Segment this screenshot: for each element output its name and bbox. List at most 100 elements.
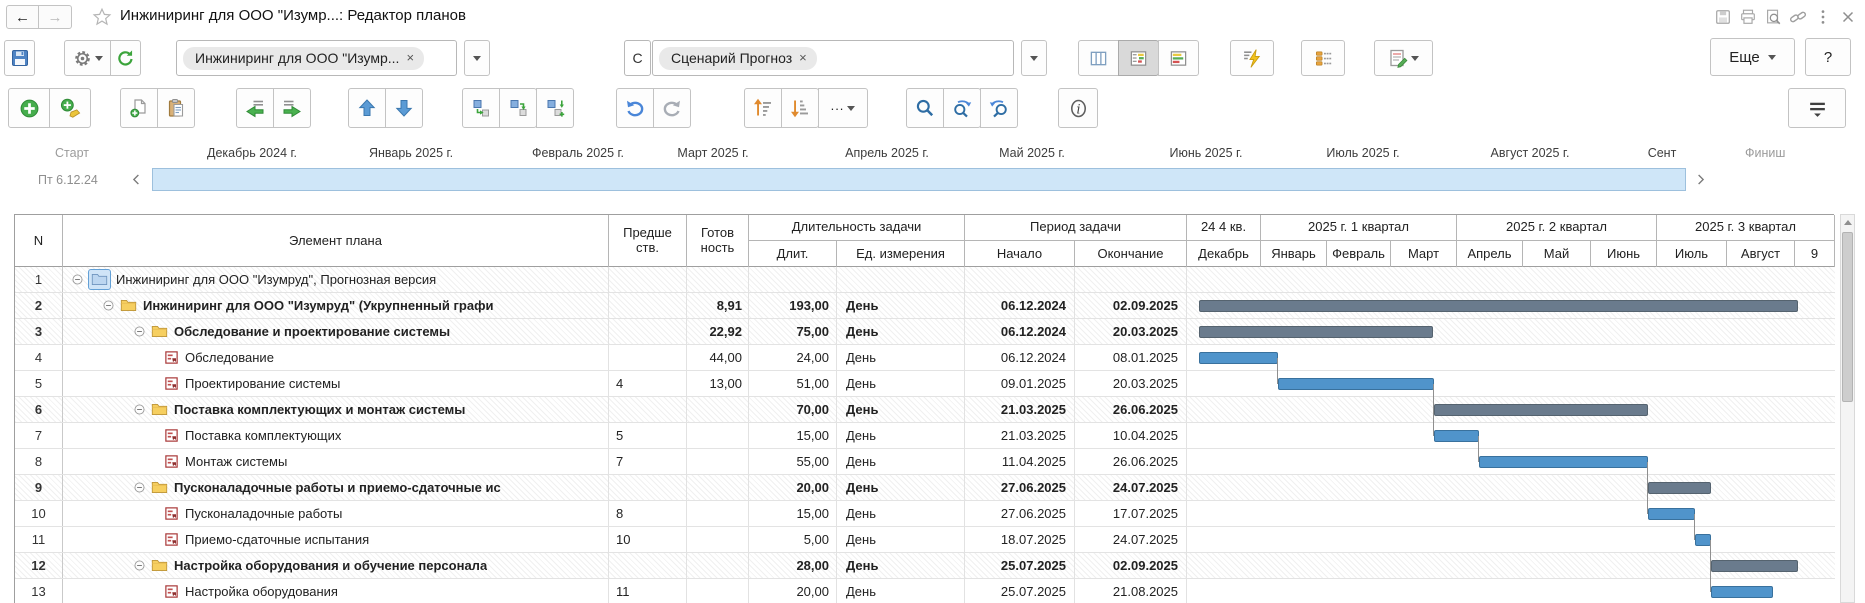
predecessor-cell[interactable] bbox=[609, 319, 687, 344]
readiness-cell[interactable]: 44,00 bbox=[687, 345, 749, 370]
unit-cell[interactable]: День bbox=[837, 475, 965, 500]
readiness-cell[interactable]: 8,91 bbox=[687, 293, 749, 318]
find-button[interactable] bbox=[906, 88, 944, 128]
predecessor-cell[interactable]: 8 bbox=[609, 501, 687, 526]
gantt-task-bar[interactable] bbox=[1199, 352, 1278, 364]
unit-cell[interactable]: День bbox=[837, 501, 965, 526]
element-cell[interactable]: Обследование и проектирование системы bbox=[63, 319, 609, 344]
end-date-cell[interactable]: 02.09.2025 bbox=[1075, 293, 1187, 318]
duration-cell[interactable]: 51,00 bbox=[749, 371, 837, 396]
row-number[interactable]: 7 bbox=[15, 423, 63, 448]
duration-cell[interactable]: 55,00 bbox=[749, 449, 837, 474]
unit-cell[interactable]: День bbox=[837, 371, 965, 396]
start-date-cell[interactable]: 18.07.2025 bbox=[965, 527, 1075, 552]
readiness-cell[interactable] bbox=[687, 475, 749, 500]
predecessor-cell[interactable]: 4 bbox=[609, 371, 687, 396]
predecessor-cell[interactable] bbox=[609, 267, 687, 292]
print-icon[interactable] bbox=[1739, 8, 1757, 26]
gantt-summary-bar[interactable] bbox=[1434, 404, 1649, 416]
end-date-cell[interactable]: 08.01.2025 bbox=[1075, 345, 1187, 370]
row-number[interactable]: 12 bbox=[15, 553, 63, 578]
duration-cell[interactable]: 15,00 bbox=[749, 423, 837, 448]
gantt-task-bar[interactable] bbox=[1648, 508, 1695, 520]
timeline-scrollbar[interactable] bbox=[152, 168, 1686, 191]
gantt-header-quarter[interactable]: 24 4 кв. bbox=[1187, 215, 1261, 241]
readiness-cell[interactable] bbox=[687, 501, 749, 526]
scroll-up-button[interactable] bbox=[1841, 215, 1854, 230]
unit-cell[interactable] bbox=[837, 267, 965, 292]
unit-cell[interactable]: День bbox=[837, 449, 965, 474]
duration-cell[interactable]: 75,00 bbox=[749, 319, 837, 344]
row-number[interactable]: 13 bbox=[15, 579, 63, 603]
back-button[interactable]: ← bbox=[6, 5, 39, 29]
gantt-summary-bar[interactable] bbox=[1199, 300, 1798, 312]
end-date-cell[interactable]: 20.03.2025 bbox=[1075, 371, 1187, 396]
duration-cell[interactable]: 70,00 bbox=[749, 397, 837, 422]
predecessor-cell[interactable] bbox=[609, 553, 687, 578]
forward-button[interactable]: → bbox=[39, 5, 72, 29]
element-cell[interactable]: Приемо-сдаточные испытания bbox=[63, 527, 609, 552]
print-preview-icon[interactable] bbox=[1764, 8, 1782, 26]
gantt-header-month[interactable]: 9 bbox=[1795, 241, 1835, 267]
levels-button[interactable] bbox=[1788, 88, 1846, 128]
start-date-cell[interactable]: 06.12.2024 bbox=[965, 319, 1075, 344]
info-button[interactable]: i bbox=[1058, 88, 1098, 128]
collapse-icon[interactable] bbox=[133, 559, 146, 572]
find-next-button[interactable] bbox=[943, 88, 981, 128]
gantt-task-bar[interactable] bbox=[1479, 456, 1648, 468]
unit-cell[interactable]: День bbox=[837, 527, 965, 552]
sort-asc-button[interactable] bbox=[744, 88, 782, 128]
unit-cell[interactable]: День bbox=[837, 423, 965, 448]
start-date-cell[interactable]: 21.03.2025 bbox=[965, 423, 1075, 448]
unit-cell[interactable]: День bbox=[837, 553, 965, 578]
gantt-task-bar[interactable] bbox=[1711, 586, 1773, 598]
column-header-predecessor[interactable]: Предшеств. bbox=[609, 215, 687, 267]
duration-cell[interactable]: 28,00 bbox=[749, 553, 837, 578]
column-header-start[interactable]: Начало bbox=[965, 241, 1075, 267]
readiness-cell[interactable] bbox=[687, 423, 749, 448]
edit-plan-button[interactable] bbox=[1374, 40, 1433, 76]
end-date-cell[interactable]: 24.07.2025 bbox=[1075, 475, 1187, 500]
start-date-cell[interactable]: 09.01.2025 bbox=[965, 371, 1075, 396]
unit-cell[interactable]: День bbox=[837, 579, 965, 603]
element-cell[interactable]: Пусконаладочные работы bbox=[63, 501, 609, 526]
end-date-cell[interactable]: 02.09.2025 bbox=[1075, 553, 1187, 578]
more-button[interactable]: Еще bbox=[1710, 38, 1795, 76]
start-date-cell[interactable]: 21.03.2025 bbox=[965, 397, 1075, 422]
link-tasks-button[interactable] bbox=[462, 88, 500, 128]
row-number[interactable]: 6 bbox=[15, 397, 63, 422]
scenario-combo-dropdown[interactable] bbox=[1021, 40, 1047, 76]
plan-tag[interactable]: Инжиниринг для ООО "Изумр...× bbox=[183, 47, 424, 70]
start-date-cell[interactable]: 11.04.2025 bbox=[965, 449, 1075, 474]
help-button[interactable]: ? bbox=[1805, 38, 1851, 76]
gantt-header-month[interactable]: Март bbox=[1391, 241, 1457, 267]
duration-cell[interactable]: 20,00 bbox=[749, 579, 837, 603]
unit-cell[interactable]: День bbox=[837, 293, 965, 318]
readiness-cell[interactable] bbox=[687, 397, 749, 422]
column-header-readiness[interactable]: Готовность bbox=[687, 215, 749, 267]
start-date-cell[interactable]: 06.12.2024 bbox=[965, 345, 1075, 370]
collapse-icon[interactable] bbox=[102, 299, 115, 312]
row-number[interactable]: 11 bbox=[15, 527, 63, 552]
get-link-icon[interactable] bbox=[1789, 8, 1807, 26]
column-header-unit[interactable]: Ед. измерения bbox=[837, 241, 965, 267]
add-button[interactable] bbox=[8, 88, 50, 128]
column-header-n[interactable]: N bbox=[15, 215, 63, 267]
gantt-task-bar[interactable] bbox=[1434, 430, 1479, 442]
column-header-end[interactable]: Окончание bbox=[1075, 241, 1187, 267]
scrollbar-thumb[interactable] bbox=[1842, 232, 1853, 402]
element-cell[interactable]: Монтаж системы bbox=[63, 449, 609, 474]
end-date-cell[interactable]: 10.04.2025 bbox=[1075, 423, 1187, 448]
readiness-cell[interactable] bbox=[687, 527, 749, 552]
recalculate-button[interactable] bbox=[1230, 40, 1274, 76]
predecessor-cell[interactable]: 10 bbox=[609, 527, 687, 552]
unit-cell[interactable]: День bbox=[837, 397, 965, 422]
duration-cell[interactable]: 24,00 bbox=[749, 345, 837, 370]
element-cell[interactable]: Обследование bbox=[63, 345, 609, 370]
collapse-icon[interactable] bbox=[133, 325, 146, 338]
gantt-header-month[interactable]: Май bbox=[1523, 241, 1591, 267]
link-chain-button[interactable] bbox=[499, 88, 537, 128]
copy-button[interactable] bbox=[120, 88, 158, 128]
find-prev-button[interactable] bbox=[980, 88, 1018, 128]
plan-combo-dropdown[interactable] bbox=[464, 40, 490, 76]
